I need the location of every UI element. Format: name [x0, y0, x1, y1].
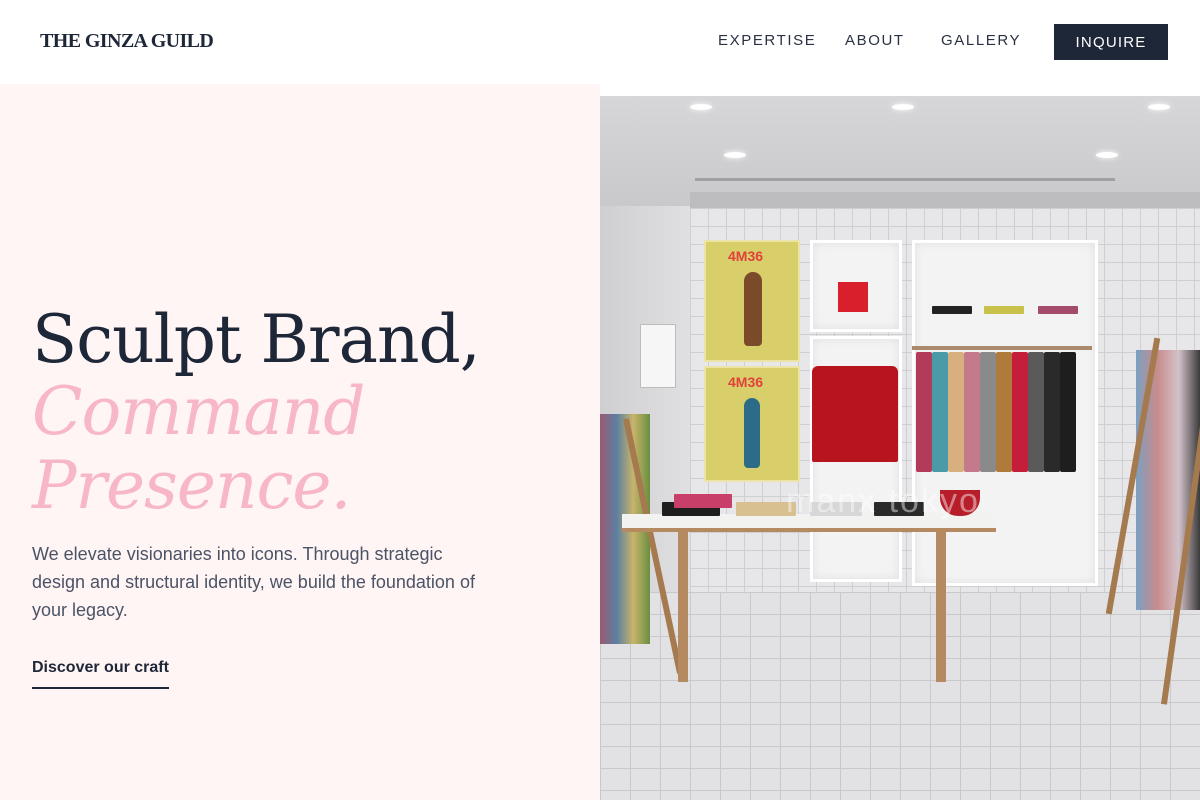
ceiling-light: [1148, 104, 1170, 110]
table-leg: [678, 532, 688, 682]
ceiling-light: [892, 104, 914, 110]
poster-text: 4M36: [728, 374, 764, 390]
hanging-garment: [916, 352, 932, 472]
red-jacket: [812, 366, 898, 462]
folded-stack: [674, 494, 732, 508]
hero-headline-line1: Sculpt Brand,: [32, 301, 481, 378]
hero-headline-line2: Command: [32, 373, 366, 450]
poster-figure: [744, 398, 760, 468]
photo-watermark: manx tokyo: [786, 482, 980, 520]
nav-expertise[interactable]: EXPERTISE: [718, 32, 816, 49]
poster-text: 4M36: [728, 248, 764, 264]
hanging-garment: [964, 352, 980, 472]
poster-figure: [744, 272, 762, 346]
hanging-garment: [948, 352, 964, 472]
nav-gallery[interactable]: GALLERY: [941, 32, 1021, 49]
folded-garment: [984, 306, 1024, 314]
photo-soffit: [690, 192, 1200, 208]
table-leg: [936, 532, 946, 682]
hanging-garment: [932, 352, 948, 472]
brand-logo[interactable]: THE GINZA GUILD: [40, 30, 214, 53]
folded-garment: [932, 306, 972, 314]
hanging-garment: [980, 352, 996, 472]
store-interior-photo: 4M36 4M36 manx tokyo: [600, 96, 1200, 800]
hero-headline-line3: Presence.: [32, 447, 351, 524]
discover-craft-link[interactable]: Discover our craft: [32, 659, 169, 689]
ceiling-light: [1096, 152, 1118, 158]
ceiling-light: [690, 104, 712, 110]
hanging-garment: [1028, 352, 1044, 472]
poster: 4M36: [704, 366, 800, 482]
hanging-garment: [1012, 352, 1028, 472]
poster: 4M36: [704, 240, 800, 362]
hero-description: We elevate visionaries into icons. Throu…: [32, 544, 475, 620]
folded-garment: [1038, 306, 1078, 314]
hero-text-panel: Sculpt Brand, Command Presence. We eleva…: [0, 84, 600, 800]
wall-notice: [640, 324, 676, 388]
hanging-garment: [1044, 352, 1060, 472]
tiled-floor: [600, 592, 1200, 800]
nav-about[interactable]: ABOUT: [845, 32, 905, 49]
ceiling-light: [724, 152, 746, 158]
hanging-garment: [996, 352, 1012, 472]
photo-ceiling: [600, 96, 1200, 206]
light-track: [695, 178, 1115, 181]
clothing-rail: [912, 346, 1092, 350]
site-header: THE GINZA GUILD EXPERTISE ABOUT GALLERY …: [0, 0, 1200, 84]
inquire-button[interactable]: INQUIRE: [1054, 24, 1168, 60]
red-bag: [838, 282, 868, 312]
hanging-garment: [1060, 352, 1076, 472]
